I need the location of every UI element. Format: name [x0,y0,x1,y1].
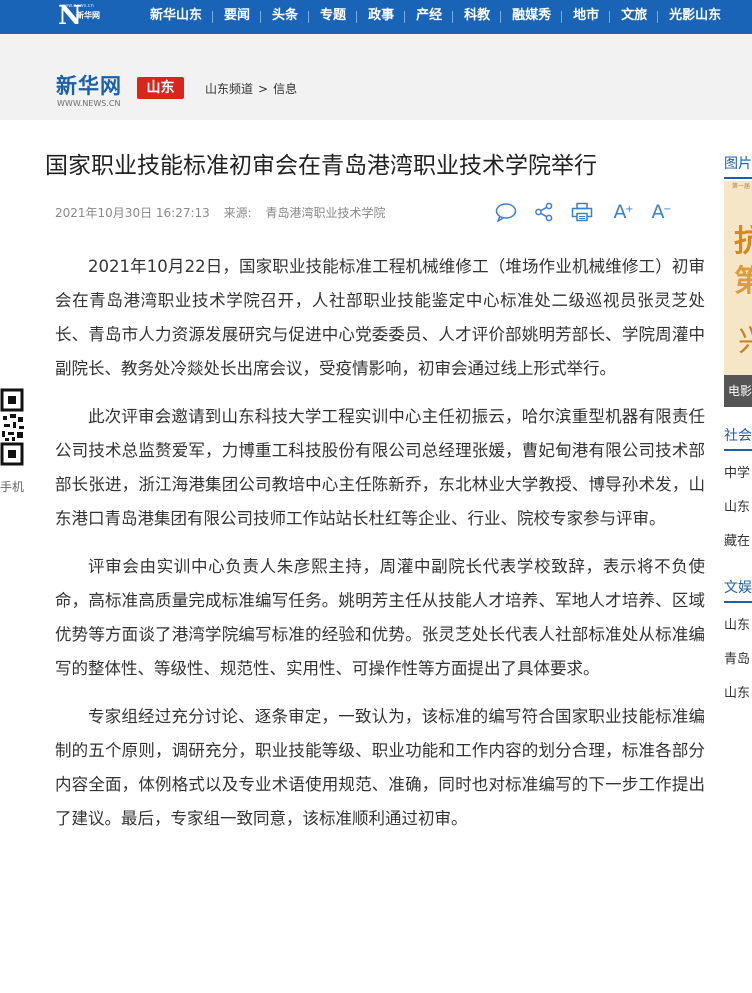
article-paragraph: 专家组经过充分讨论、逐条审定，一致认为，该标准的编写符合国家职业技能标准编制的五… [55,707,705,828]
font-larger-icon[interactable]: A + [608,200,634,224]
main-nav: 新华山东 要闻 头条 专题 政事 产经 科教 融媒秀 地市 文旅 光影山东 [136,0,732,34]
picture-char: 抗 [734,224,752,259]
nav-item-media-show[interactable]: 融媒秀 [501,0,563,34]
culture-link[interactable]: 山东 [724,609,752,643]
culture-link[interactable]: 青岛 [724,643,752,677]
nav-item-science-education[interactable]: 科教 [453,0,502,34]
article-title: 国家职业技能标准初审会在青岛港湾职业技术学院举行 [45,153,597,179]
nav-item-news[interactable]: 要闻 [213,0,262,34]
print-icon[interactable] [570,200,594,224]
site-brand[interactable]: 新华网 WWW.NEWS.CN 山东 [56,74,188,110]
breadcrumb-separator: > [258,82,269,96]
nav-item-headlines[interactable]: 头条 [261,0,310,34]
society-link[interactable]: 中学 [724,457,752,491]
breadcrumb-section[interactable]: 信息 [273,82,297,96]
picture-char: 兴 [738,325,752,359]
qr-code-icon[interactable] [0,388,26,468]
brand-url: WWW.NEWS.CN [57,99,121,108]
picture-char: 第 [734,264,752,299]
featured-picture[interactable]: 第一届 抗 第 兴 电影 [724,181,752,407]
heading-underline [724,177,752,179]
nav-item-photo-shandong[interactable]: 光影山东 [658,0,732,34]
breadcrumb: 山东频道 > 信息 [205,80,297,98]
pictures-heading[interactable]: 图片 [724,153,752,175]
font-larger-label: A + [613,201,634,223]
font-smaller-label: A − [651,201,672,223]
article-tools: A + A − [494,200,672,224]
article-datetime: 2021年10月30日 16:27:13 [55,206,210,220]
logo-subtitle: 新华网 [76,11,100,20]
article-meta: 2021年10月30日 16:27:13 来源: 青岛港湾职业技术学院 [55,204,386,222]
nav-item-economy[interactable]: 产经 [405,0,454,34]
society-link[interactable]: 山东 [724,491,752,525]
society-heading[interactable]: 社会 [724,425,752,447]
article-source: 青岛港湾职业技术学院 [265,206,386,220]
nav-item-culture-tourism[interactable]: 文旅 [610,0,659,34]
source-label: 来源: [223,206,252,220]
article-body: 2021年10月22日，国家职业技能标准工程机械维修工（堆场作业机械维修工）初审… [55,250,705,850]
font-smaller-icon[interactable]: A − [646,200,672,224]
culture-heading[interactable]: 文娱 [724,577,752,599]
brand-name: 新华网 [56,74,122,98]
nav-item-xinhua-shandong[interactable]: 新华山东 [136,0,214,34]
top-navigation-bar: www.news.cn N 新华网 新华山东 要闻 头条 专题 政事 产经 科教… [0,0,752,34]
comment-icon[interactable] [494,200,518,224]
society-section: 社会 中学 山东 藏在 [724,425,752,559]
breadcrumb-channel[interactable]: 山东频道 [205,82,253,96]
nav-item-politics[interactable]: 政事 [357,0,406,34]
article-paragraph: 2021年10月22日，国家职业技能标准工程机械维修工（堆场作业机械维修工）初审… [55,257,705,378]
qr-label: 手机 [0,480,25,494]
xinhua-logo[interactable]: www.news.cn N 新华网 [58,2,112,30]
nav-item-topics[interactable]: 专题 [309,0,358,34]
culture-link[interactable]: 山东 [724,677,752,711]
picture-caption: 电影 [724,375,752,407]
picture-strip-text: 第一届 [732,183,751,190]
culture-section: 文娱 山东 青岛 山东 [724,577,752,711]
article-paragraph: 评审会由实训中心负责人朱彦熙主持，周灌中副院长代表学校致辞，表示将不负使命，高标… [55,557,705,678]
brand-region-tag: 山东 [137,77,184,99]
share-icon[interactable] [532,200,556,224]
pictures-section: 图片 [724,153,752,179]
article-paragraph: 此次评审会邀请到山东科技大学工程实训中心主任初振云，哈尔滨重型机器有限责任公司技… [55,407,705,528]
nav-item-cities[interactable]: 地市 [562,0,611,34]
right-sidebar: 图片 第一届 抗 第 兴 电影 社会 中学 山东 藏在 文娱 山东 青岛 山东 [724,145,752,993]
society-link[interactable]: 藏在 [724,525,752,559]
